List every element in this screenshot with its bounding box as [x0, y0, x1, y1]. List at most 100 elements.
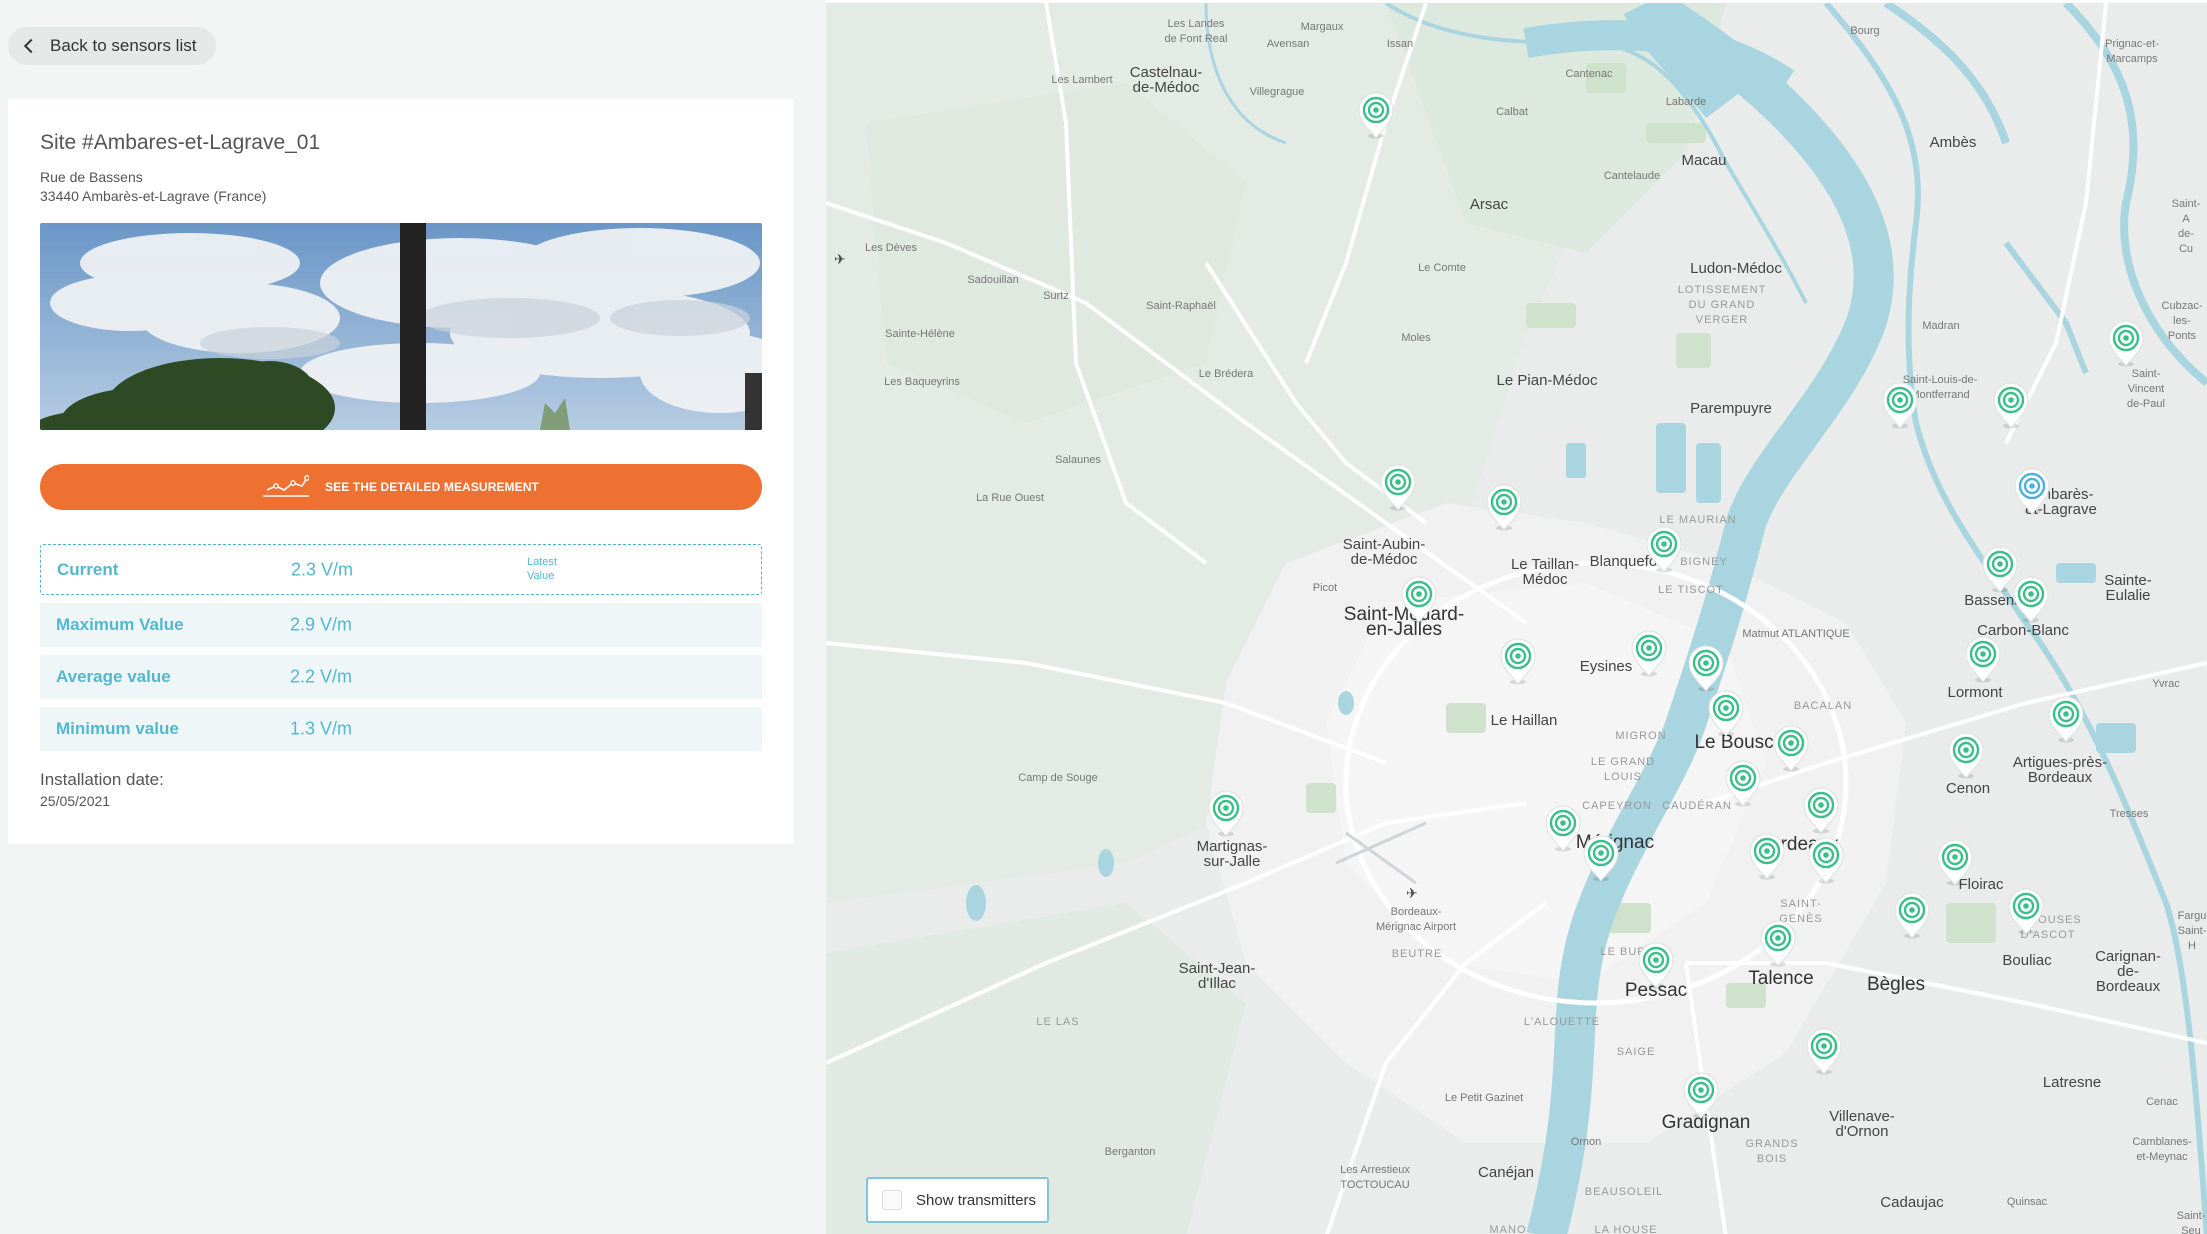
map-label: Cenac — [2146, 1096, 2178, 1108]
sensor-pin-icon[interactable] — [1636, 940, 1676, 990]
installation-date-label: Installation date: — [40, 770, 164, 789]
sensor-pin-icon[interactable] — [1935, 837, 1975, 887]
map-label: Fargu Saint-H — [2177, 910, 2207, 952]
sensor-pin-icon[interactable] — [1771, 723, 1811, 773]
sensor-pin-icon[interactable] — [1629, 628, 1669, 678]
map-label: LOTISSEMENT DU GRAND VERGER — [1677, 284, 1767, 326]
see-detailed-measurement-button[interactable]: SEE THE DETAILED MEASUREMENT — [40, 464, 762, 510]
sensor-pin-icon[interactable] — [1356, 90, 1396, 140]
cta-label: SEE THE DETAILED MEASUREMENT — [325, 480, 539, 494]
map-label: Les Landes de Font Real — [1164, 18, 1228, 45]
map-label: CAPEYRON — [1582, 800, 1652, 812]
map-label: Talence — [1748, 968, 1814, 989]
sensor-pin-icon[interactable] — [1758, 918, 1798, 968]
airport-icon: ✈ — [834, 251, 846, 267]
site-photo — [40, 223, 762, 430]
map-label: Surtz — [1043, 290, 1069, 302]
sensor-pin-icon[interactable] — [1484, 482, 1524, 532]
transmitters-checkbox[interactable] — [882, 1190, 902, 1210]
map-label: Camblanes- et-Meynac — [2132, 1136, 2192, 1163]
map-label: Le Petit Gazinet — [1444, 1092, 1524, 1104]
map-label: Le Taillan- Médoc — [1510, 556, 1580, 588]
map-label: LE TISCOT — [1658, 584, 1724, 596]
map-label: La Rue Ouest — [976, 492, 1044, 504]
map-label: BEUTRE — [1391, 948, 1443, 960]
map-label: Saint-Aubin- de-Médoc — [1342, 536, 1426, 568]
map-label: MANO — [1489, 1224, 1527, 1234]
map-label: Saint-Raphaël — [1146, 300, 1216, 312]
selected-sensor-pin-icon[interactable] — [2012, 466, 2052, 516]
map-label: Camp de Souge — [1018, 772, 1098, 784]
sensor-pin-icon[interactable] — [1581, 833, 1621, 883]
site-title: Site #Ambares-et-Lagrave_01 — [40, 131, 321, 154]
sensor-pin-icon[interactable] — [2006, 886, 2046, 936]
map-label: Castelnau- de-Médoc — [1129, 64, 1203, 96]
map-label: CAUDÉRAN — [1662, 800, 1732, 812]
map-label: Bordeaux- Mérignac Airport — [1375, 906, 1457, 933]
map-label: Labarde — [1665, 96, 1707, 108]
map-label: LE GRAND LOUIS — [1590, 756, 1656, 783]
sensor-pin-icon[interactable] — [2046, 694, 2086, 744]
sensor-pin-icon[interactable] — [1378, 462, 1418, 512]
sensor-pin-icon[interactable] — [1399, 574, 1439, 624]
sensor-pin-icon[interactable] — [1723, 758, 1763, 808]
map-label: Tresses — [2109, 808, 2149, 820]
sensor-pin-icon[interactable] — [1543, 803, 1583, 853]
airport-icon: ✈ — [1406, 885, 1418, 901]
map-label: Sainte-Eulalie — [2104, 572, 2152, 604]
show-transmitters-toggle[interactable]: Show transmitters — [866, 1177, 1049, 1223]
maximum-value-row: Maximum Value 2.9 V/m — [40, 603, 762, 647]
sensor-pin-icon[interactable] — [1801, 785, 1841, 835]
back-to-sensors-button[interactable]: Back to sensors list — [8, 27, 217, 65]
sensor-pin-icon[interactable] — [2106, 318, 2146, 368]
map-label: Le Haillan — [1490, 712, 1558, 729]
map-label: Ambès — [1929, 134, 1977, 151]
average-value-row: Average value 2.2 V/m — [40, 655, 762, 699]
map-label: Moles — [1401, 332, 1431, 344]
sensor-pin-icon[interactable] — [1946, 730, 1986, 780]
sensor-pin-icon[interactable] — [1686, 643, 1726, 693]
map-label: Saint-Jean- d'Illac — [1178, 960, 1256, 992]
address-line-1: Rue de Bassens — [40, 169, 143, 185]
sensor-pin-icon[interactable] — [2011, 574, 2051, 624]
maximum-label: Maximum Value — [56, 615, 184, 634]
map-label: Saint-A de-Cu — [2171, 198, 2201, 255]
map-label: Yvrac — [2152, 678, 2180, 690]
sensor-pin-icon[interactable] — [1498, 636, 1538, 686]
map-label: Margaux — [1300, 21, 1344, 33]
map-label: BIGNEY — [1680, 556, 1728, 568]
map-label: Prignac-et- Marcamps — [2105, 38, 2159, 65]
sensor-pin-icon[interactable] — [1644, 524, 1684, 574]
sensor-pin-icon[interactable] — [1804, 1026, 1844, 1076]
map-label: Eysines — [1579, 658, 1633, 675]
sensor-pin-icon[interactable] — [1963, 634, 2003, 684]
map-label: Saint-Vincent de-Paul — [2127, 368, 2165, 410]
map-base-layer — [826, 3, 2207, 1234]
map-label: Macau — [1681, 152, 1727, 169]
map-label: Le Pian-Médoc — [1496, 372, 1598, 389]
latest-value-note: Latest Value — [527, 555, 587, 583]
map-label: Parempuyre — [1690, 400, 1772, 417]
map-label: Avensan — [1266, 38, 1310, 50]
sensor-pin-icon[interactable] — [1747, 831, 1787, 881]
chevron-left-icon — [23, 38, 39, 54]
map-label: Villenave- d'Ornon — [1829, 1108, 1895, 1140]
map-label: Saint- Seu — [2176, 1210, 2206, 1234]
map-label: Picot — [1312, 582, 1338, 594]
sensor-pin-icon[interactable] — [1892, 890, 1932, 940]
map-label: Bègles — [1866, 974, 1926, 995]
latest-note-line2: Value — [527, 570, 555, 582]
sensor-pin-icon[interactable] — [1206, 788, 1246, 838]
map-label: Cantelaude — [1603, 170, 1661, 182]
map-label: Carignan-de- Bordeaux — [2095, 948, 2161, 995]
map-label: Canéjan — [1478, 1164, 1534, 1181]
map-label: Sainte-Hélène — [885, 328, 955, 340]
sensor-pin-icon[interactable] — [1806, 835, 1846, 885]
sensor-pin-icon[interactable] — [1991, 380, 2031, 430]
sensor-map[interactable]: Les Landes de Font Real Margaux Issan Bo… — [826, 0, 2207, 1234]
sensor-pin-icon[interactable] — [1880, 380, 1920, 430]
map-label: Matmut ATLANTIQUE — [1742, 628, 1850, 640]
sensor-pin-icon[interactable] — [1706, 688, 1746, 738]
map-label: Latresne — [2042, 1074, 2102, 1091]
sensor-pin-icon[interactable] — [1681, 1070, 1721, 1120]
